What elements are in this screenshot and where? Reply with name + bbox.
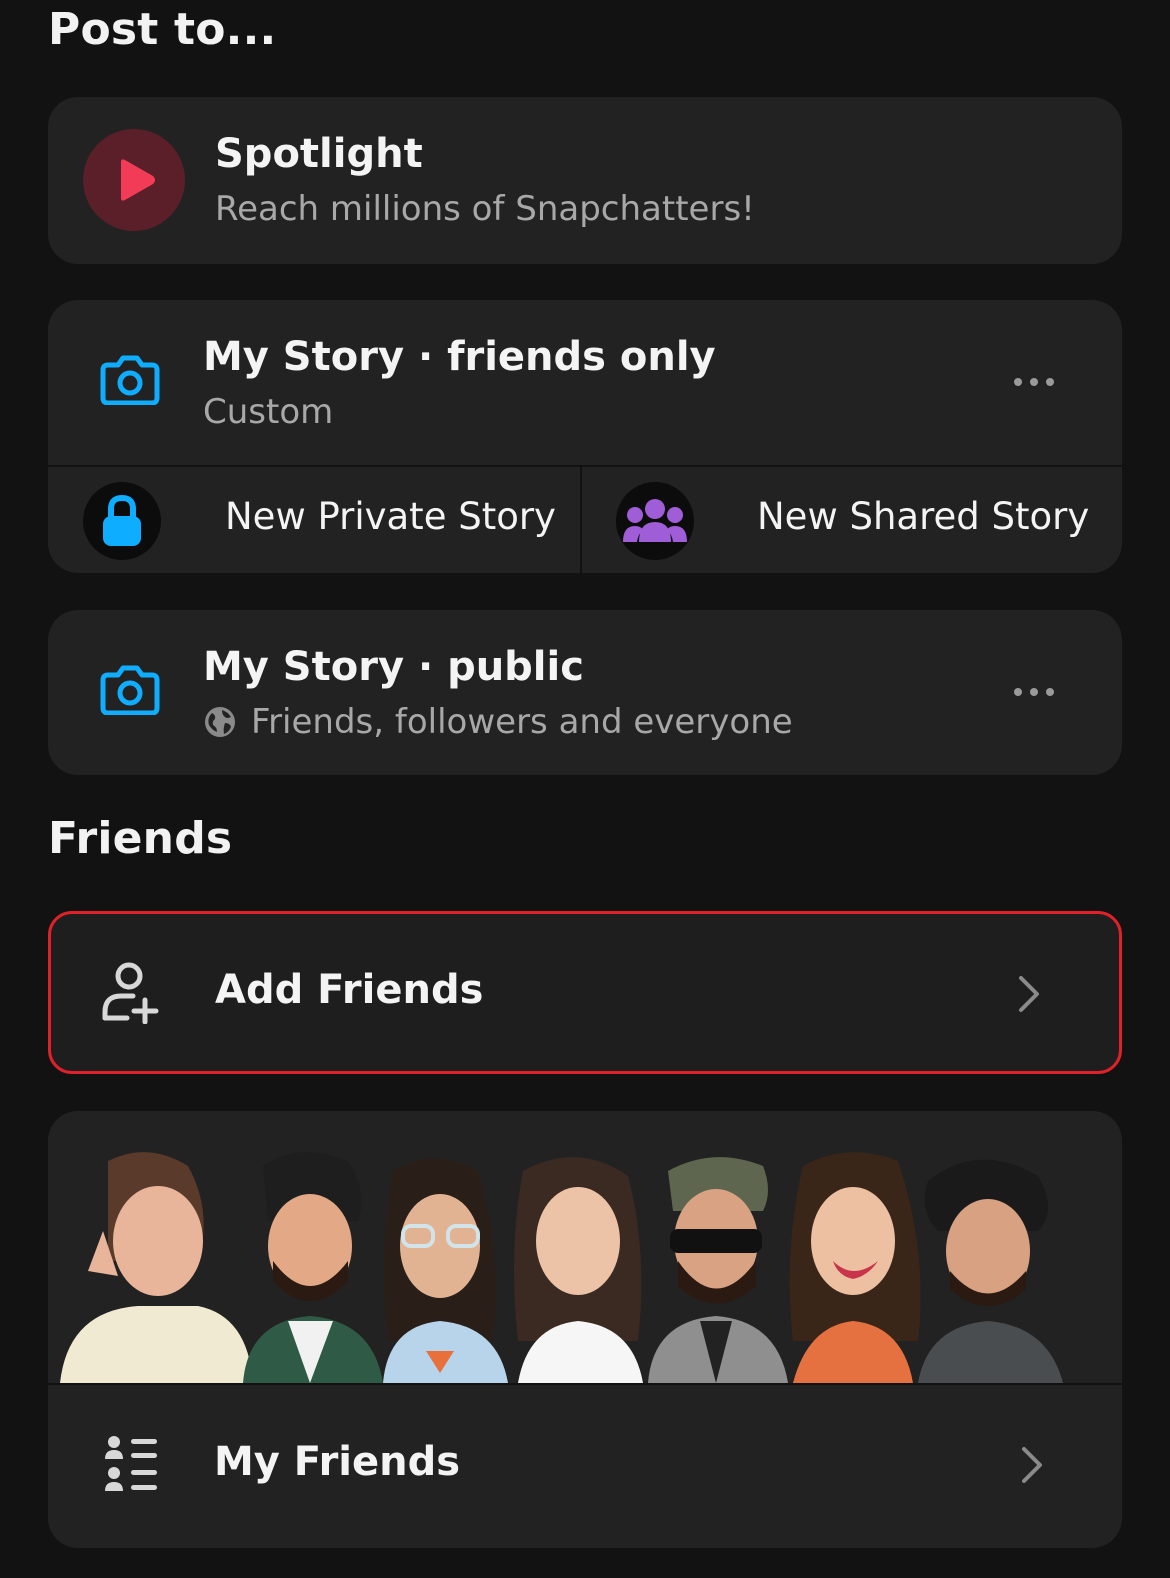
spotlight-icon — [83, 129, 185, 231]
lock-icon — [83, 482, 161, 560]
post-to-heading: Post to... — [48, 4, 277, 55]
my-story-public-title: My Story · public — [203, 644, 584, 690]
spotlight-subtitle: Reach millions of Snapchatters! — [215, 189, 755, 229]
new-shared-story-button[interactable]: New Shared Story — [582, 467, 1122, 573]
camera-icon — [100, 663, 160, 719]
more-options-icon[interactable] — [1014, 378, 1054, 386]
add-friend-icon — [99, 960, 163, 1028]
spotlight-card[interactable]: Spotlight Reach millions of Snapchatters… — [48, 97, 1122, 264]
my-story-public-subtitle: Friends, followers and everyone — [251, 702, 793, 742]
friends-avatars-image — [48, 1111, 1122, 1383]
more-options-icon[interactable] — [1014, 688, 1054, 696]
spotlight-title: Spotlight — [215, 131, 423, 177]
my-friends-card[interactable]: My Friends — [48, 1111, 1122, 1548]
new-shared-story-label: New Shared Story — [757, 495, 1090, 538]
my-friends-button[interactable]: My Friends — [48, 1385, 1122, 1548]
add-friends-label: Add Friends — [215, 967, 484, 1013]
new-private-story-button[interactable]: New Private Story — [48, 467, 580, 573]
my-story-public-card[interactable]: My Story · public Friends, followers and… — [48, 610, 1122, 775]
friends-list-icon — [103, 1435, 159, 1501]
my-story-friends-subtitle: Custom — [203, 392, 334, 432]
friends-heading: Friends — [48, 813, 233, 864]
globe-icon — [203, 705, 237, 739]
add-friends-button[interactable]: Add Friends — [48, 911, 1122, 1074]
chevron-right-icon — [1020, 1445, 1044, 1489]
post-to-screen: Post to... Spotlight Reach millions of S… — [0, 0, 1170, 1578]
my-friends-label: My Friends — [214, 1439, 461, 1485]
new-private-story-label: New Private Story — [225, 495, 556, 538]
camera-icon — [100, 353, 160, 409]
group-icon — [616, 482, 694, 560]
my-story-friends-card: My Story · friends only Custom New Priva… — [48, 300, 1122, 573]
my-story-friends-row[interactable]: My Story · friends only Custom — [48, 300, 1122, 465]
chevron-right-icon — [1017, 974, 1041, 1018]
my-story-friends-title: My Story · friends only — [203, 334, 716, 380]
